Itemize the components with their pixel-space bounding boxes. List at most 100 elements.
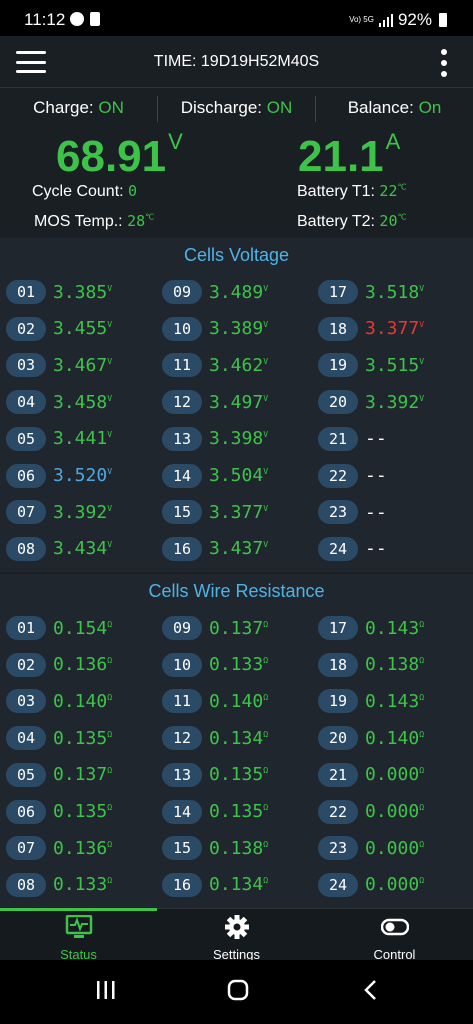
gear-icon [224, 915, 249, 939]
cell-cells_resistance-23: 23 0.000Ω [318, 834, 424, 862]
cells-resistance-title: Cells Wire Resistance [148, 581, 325, 601]
switch-status-row: Charge: ON Discharge: ON Balance: On [0, 94, 473, 124]
back-icon[interactable] [362, 978, 380, 1002]
more-options-icon[interactable] [441, 49, 447, 77]
cell-cells_resistance-11: 11 0.140Ω [162, 687, 268, 715]
cells-resistance-section: Cells Wire Resistance 01 0.154Ω 02 0.136Ω 03… [0, 574, 473, 908]
discharge-status[interactable]: Discharge: ON [158, 94, 315, 124]
cell-value: 0.000Ω [365, 837, 425, 859]
cell-number-badge: 17 [318, 616, 358, 640]
cell-unit: Ω [263, 839, 269, 849]
cell-unit: Ω [107, 876, 113, 886]
balance-status[interactable]: Balance: On [316, 94, 473, 124]
cell-unit: Ω [107, 803, 113, 812]
recent-apps-icon[interactable] [95, 978, 117, 1002]
battery-t1: Battery T1: 22℃ [297, 182, 407, 200]
cell-value: 3.389V [209, 318, 269, 340]
cell-cells_resistance-15: 15 0.138Ω [162, 834, 268, 862]
cell-unit: Ω [263, 619, 269, 629]
cell-unit: V [107, 320, 113, 330]
cell-cells_voltage-02: 02 3.455V [6, 315, 112, 343]
cell-cells_resistance-24: 24 0.000Ω [318, 871, 424, 899]
cell-number-badge: 12 [162, 726, 202, 751]
cell-cells_voltage-10: 10 3.389V [162, 315, 268, 343]
cell-unit: Ω [419, 656, 425, 666]
cell-unit: Ω [263, 729, 269, 739]
cell-cells_resistance-22: 22 0.000Ω [318, 798, 424, 826]
bottom-navigation: Status Settings Control [0, 908, 473, 962]
battery-summary: Charge: ON Discharge: ON Balance: On 68.… [0, 88, 473, 238]
cell-unit: Ω [419, 619, 425, 629]
cell-cells_voltage-13: 13 3.398V [162, 425, 268, 453]
home-icon[interactable] [226, 978, 250, 1002]
cell-number-badge: 13 [162, 426, 202, 451]
cell-value: -- [365, 538, 387, 560]
cell-value: 3.385V [53, 281, 113, 303]
cell-cells_resistance-09: 09 0.137Ω [162, 614, 268, 642]
cell-value: 0.135Ω [53, 727, 113, 749]
cell-number-badge: 24 [318, 536, 358, 561]
cell-cells_voltage-04: 04 3.458V [6, 388, 112, 416]
cell-value: 0.143Ω [365, 690, 425, 712]
cell-unit: V [263, 540, 269, 550]
nav-status[interactable]: Status [0, 908, 157, 962]
cell-cells_resistance-19: 19 0.143Ω [318, 687, 424, 715]
cell-cells_resistance-02: 02 0.136Ω [6, 651, 112, 679]
cell-value: 0.133Ω [209, 654, 269, 676]
cell-unit: Ω [107, 692, 113, 702]
cell-value: 0.135Ω [209, 801, 269, 822]
cell-number-badge: 04 [6, 726, 46, 751]
cell-number-badge: 23 [318, 836, 358, 861]
cell-value: 0.138Ω [365, 654, 425, 676]
cell-number-badge: 06 [6, 463, 46, 488]
signal-strength-icon [378, 13, 393, 27]
cell-value: 3.398V [209, 428, 269, 450]
cell-cells_voltage-24: 24 -- [318, 535, 387, 563]
charge-status[interactable]: Charge: ON [0, 94, 157, 124]
cell-cells_voltage-03: 03 3.467V [6, 351, 112, 379]
cell-value: 3.434V [53, 538, 113, 560]
cell-number-badge: 03 [6, 689, 46, 714]
cell-cells_resistance-07: 07 0.136Ω [6, 834, 112, 862]
cell-value: 3.467V [53, 354, 113, 376]
cell-value: 0.137Ω [53, 764, 113, 786]
cell-number-badge: 20 [318, 726, 358, 751]
cell-number-badge: 19 [318, 689, 358, 714]
cell-value: 0.136Ω [53, 654, 113, 676]
cell-unit: V [263, 283, 269, 293]
cell-cells_voltage-07: 07 3.392V [6, 498, 112, 526]
cell-cells_resistance-20: 20 0.140Ω [318, 724, 424, 752]
cell-value: 0.135Ω [53, 801, 113, 822]
cell-number-badge: 12 [162, 390, 202, 415]
cell-value: 0.134Ω [209, 727, 269, 749]
nav-control[interactable]: Control [316, 909, 473, 962]
battery-icon [439, 13, 447, 27]
cell-value: 0.136Ω [53, 837, 113, 859]
cell-value: 0.000Ω [365, 874, 425, 896]
cell-number-badge: 15 [162, 500, 202, 525]
cell-cells_voltage-20: 20 3.392V [318, 388, 424, 416]
chat-notification-icon [70, 12, 84, 26]
cell-number-badge: 08 [6, 536, 46, 561]
cell-number-badge: 20 [318, 390, 358, 415]
cell-cells_resistance-21: 21 0.000Ω [318, 761, 424, 789]
cell-unit: Ω [107, 839, 113, 849]
cycle-count: Cycle Count: 0 [32, 182, 138, 200]
cell-value: 0.138Ω [209, 837, 269, 859]
cell-number-badge: 16 [162, 872, 202, 897]
cell-unit: V [263, 320, 269, 330]
cell-cells_voltage-17: 17 3.518V [318, 278, 424, 306]
cell-cells_resistance-08: 08 0.133Ω [6, 871, 112, 899]
cell-number-badge: 24 [318, 872, 358, 897]
cell-cells_resistance-17: 17 0.143Ω [318, 614, 424, 642]
cell-cells_voltage-22: 22 -- [318, 462, 387, 490]
cell-cells_voltage-11: 11 3.462V [162, 351, 268, 379]
cell-value: 3.455V [53, 318, 113, 340]
cell-value: 0.140Ω [209, 690, 269, 712]
cell-number-badge: 18 [318, 652, 358, 677]
cell-number-badge: 06 [6, 799, 46, 824]
nav-settings[interactable]: Settings [158, 909, 315, 962]
cell-cells_voltage-16: 16 3.437V [162, 535, 268, 563]
cell-unit: Ω [107, 766, 113, 776]
cell-cells_resistance-16: 16 0.134Ω [162, 871, 268, 899]
